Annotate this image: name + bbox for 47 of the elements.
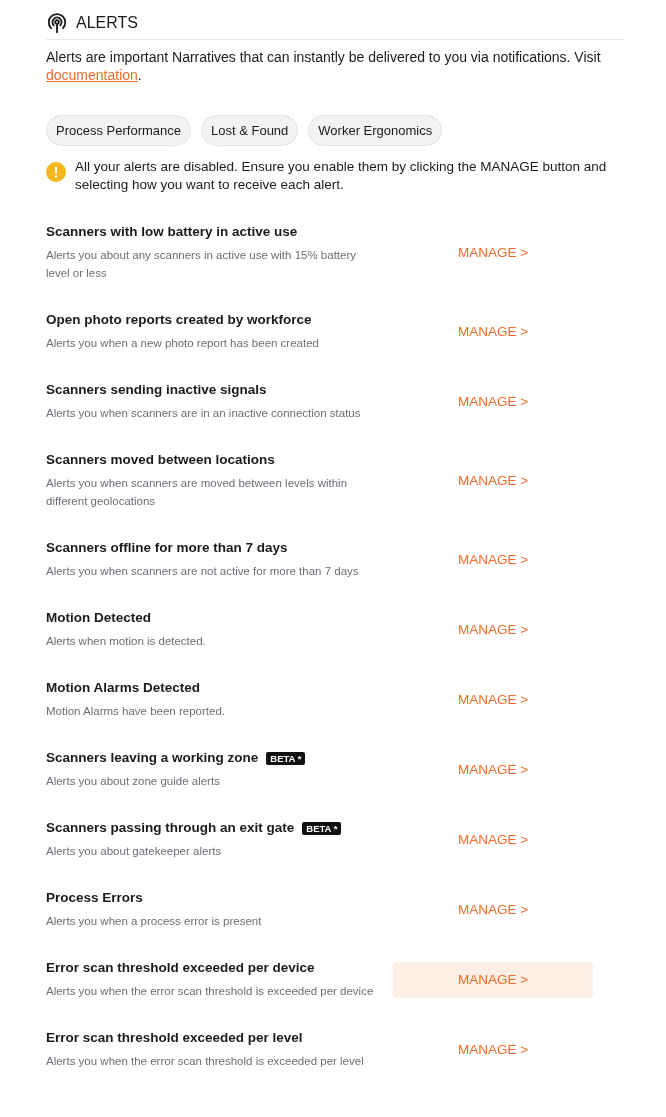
alert-title: Scanners moved between locations xyxy=(46,451,275,469)
alert-title: Scanners leaving a working zone xyxy=(46,749,259,767)
manage-button[interactable]: MANAGE > xyxy=(393,462,593,499)
manage-button[interactable]: MANAGE > xyxy=(393,541,593,578)
alert-description: Alerts you when the error scan threshold is exceeded per level xyxy=(46,1054,365,1069)
alert-description: Alerts you when scanners are moved between levels within different geolocations xyxy=(46,476,349,509)
warning-icon xyxy=(46,162,66,182)
intro-text: Alerts are important Narratives that can instantly be delivered to you via notifications. Visit documentation. xyxy=(46,48,602,84)
category-chip[interactable]: Process Performance xyxy=(46,115,191,146)
beta-badge: BETA * xyxy=(302,821,342,835)
manage-button[interactable]: MANAGE > xyxy=(393,891,593,928)
alert-description: Alerts you when the error scan threshold is exceeded per device xyxy=(46,984,375,999)
alert-description: Alerts you when a process error is present xyxy=(46,914,263,929)
alert-description: Alerts you about any scanners in active use with 15% battery level or less xyxy=(46,248,358,281)
alert-description: Alerts you when a new photo report has been created xyxy=(46,336,320,351)
alert-description: Alerts when motion is detected. xyxy=(46,634,207,649)
alert-title: Scanners passing through an exit gate xyxy=(46,819,295,837)
alert-title: Motion Detected xyxy=(46,609,151,627)
alert-title: Scanners offline for more than 7 days xyxy=(46,539,288,557)
documentation-link[interactable]: documentation xyxy=(46,67,138,83)
manage-button[interactable]: MANAGE > xyxy=(393,751,593,788)
manage-button[interactable]: MANAGE > xyxy=(393,234,593,271)
manage-button[interactable]: MANAGE > xyxy=(393,383,593,420)
warning-text: All your alerts are disabled. Ensure you enable them by clicking the MANAGE button and selecting how you want to receive each alert. xyxy=(75,158,608,194)
manage-button[interactable]: MANAGE > xyxy=(393,821,593,858)
manage-button[interactable]: MANAGE > xyxy=(393,961,593,998)
section-title: ALERTS xyxy=(76,14,138,32)
alert-title: Error scan threshold exceeded per level xyxy=(46,1029,303,1047)
category-chip[interactable]: Worker Ergonomics xyxy=(308,115,443,146)
alert-title: Motion Alarms Detected xyxy=(46,679,201,697)
manage-button[interactable]: MANAGE > xyxy=(393,681,593,718)
alert-description: Alerts you when scanners are in an inactive connection status xyxy=(46,406,362,421)
alert-description: Alerts you about zone guide alerts xyxy=(46,774,221,789)
alert-description: Motion Alarms have been reported. xyxy=(46,704,226,719)
manage-button[interactable]: MANAGE > xyxy=(393,611,593,648)
alert-description: Alerts you about gatekeeper alerts xyxy=(46,844,223,859)
antenna-icon xyxy=(46,12,68,34)
category-chip[interactable]: Lost & Found xyxy=(201,115,299,146)
alert-description: Alerts you when scanners are not active for more than 7 days xyxy=(46,564,360,579)
manage-button[interactable]: MANAGE > xyxy=(393,313,593,350)
alert-title: Open photo reports created by workforce xyxy=(46,311,312,329)
alert-title: Scanners sending inactive signals xyxy=(46,381,267,399)
alert-title: Scanners with low battery in active use xyxy=(46,223,298,241)
beta-badge: BETA * xyxy=(266,751,306,765)
manage-button[interactable]: MANAGE > xyxy=(393,1031,593,1068)
alert-title: Process Errors xyxy=(46,889,143,907)
alert-title: Error scan threshold exceeded per device xyxy=(46,959,315,977)
